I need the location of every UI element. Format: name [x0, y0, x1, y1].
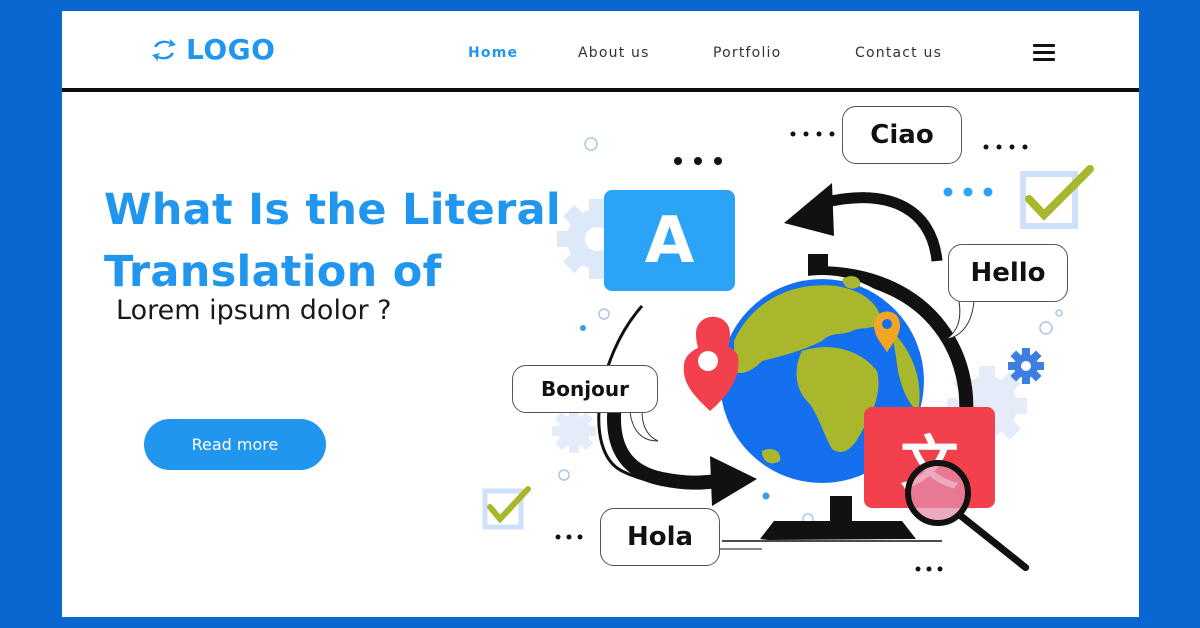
map-pin-icon [874, 311, 900, 353]
nav-contact-us[interactable]: Contact us [855, 45, 942, 61]
speech-bubble-hola: Hola [600, 508, 720, 566]
speech-bubble-bonjour: Bonjour [512, 365, 658, 413]
gear-icon [552, 409, 596, 453]
latin-letter-card: A [604, 190, 735, 291]
nav-portfolio[interactable]: Portfolio [713, 45, 781, 61]
speech-bubble-ciao: Ciao [842, 106, 962, 164]
checkbox-icon [482, 486, 531, 530]
ellipsis-dots-blue [943, 187, 993, 197]
header-divider [62, 88, 1139, 92]
nav-home[interactable]: Home [468, 45, 518, 61]
nav-about-us[interactable]: About us [578, 45, 650, 61]
navbar: LOGO Home About us Portfolio Contact us [62, 11, 1139, 88]
hero-title-line-2: Translation of [104, 247, 442, 297]
hero-subtitle: Lorem ipsum dolor ? [116, 295, 392, 326]
read-more-button[interactable]: Read more [144, 419, 326, 470]
sync-arrows-icon [152, 38, 176, 61]
map-pin-icon [683, 316, 739, 411]
hero-title-line-1: What Is the Literal [104, 185, 561, 235]
logo[interactable]: LOGO [150, 33, 275, 66]
logo-text: LOGO [186, 33, 276, 66]
hamburger-menu-icon[interactable] [1033, 44, 1055, 62]
curved-arrow-icon [784, 183, 943, 262]
chinese-letter-card: 文 [864, 407, 995, 508]
page-card: LOGO Home About us Portfolio Contact us [62, 11, 1139, 617]
checkbox-icon [1020, 165, 1094, 229]
speech-bubble-hello: Hello [948, 244, 1068, 302]
hero-title: What Is the Literal Translation of [104, 179, 561, 303]
gear-icon [1008, 348, 1044, 384]
